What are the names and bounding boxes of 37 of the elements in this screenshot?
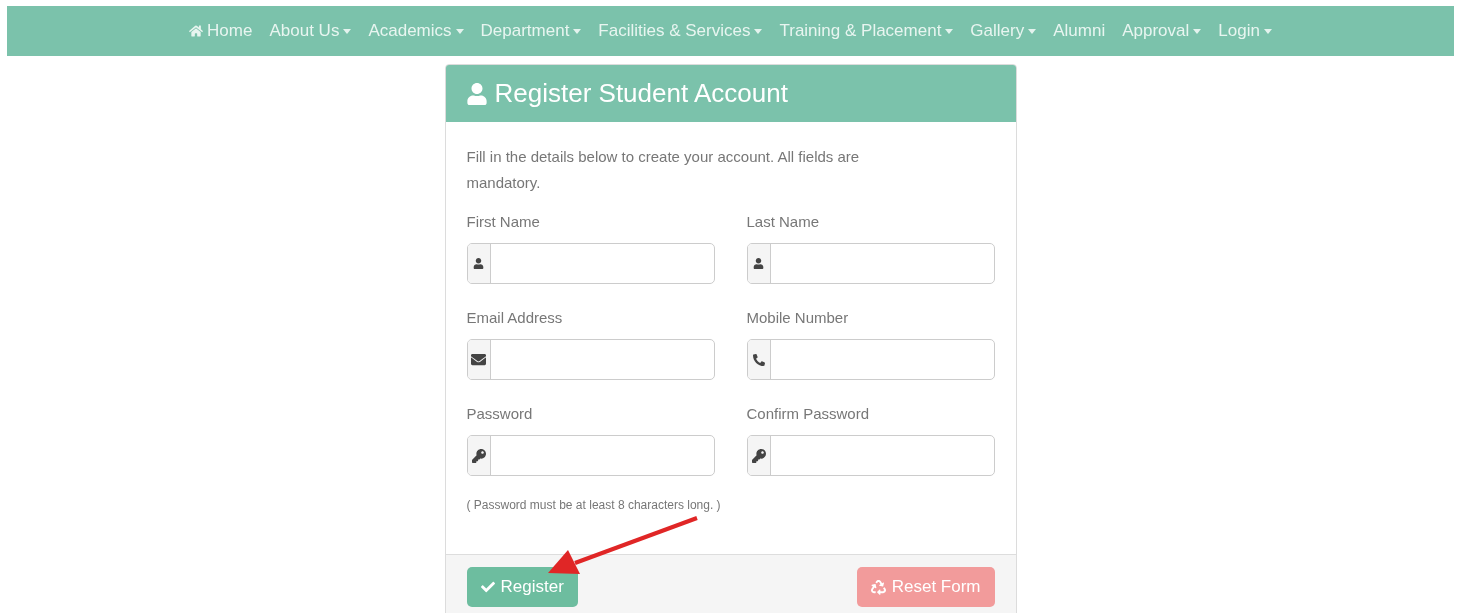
key-icon (751, 448, 766, 463)
envelope-icon (471, 352, 486, 367)
card-title: Register Student Account (494, 77, 788, 110)
field-label: First Name (466, 212, 541, 232)
nav-link[interactable]: About Us (269, 18, 352, 44)
input-field[interactable] (746, 339, 995, 380)
input-field[interactable] (746, 243, 995, 284)
input-field[interactable] (746, 435, 995, 476)
input-field[interactable] (466, 243, 715, 284)
field-label: Email Address (466, 308, 564, 328)
key-icon (471, 448, 486, 463)
nav-link[interactable]: Academics (368, 18, 464, 44)
user-icon (753, 258, 764, 269)
input-field[interactable] (466, 339, 715, 380)
nav-link[interactable]: Training & Placement (779, 18, 954, 44)
field-label: Password (466, 404, 534, 424)
field-label: Confirm Password (746, 404, 871, 424)
check-icon (480, 580, 495, 594)
reset-button[interactable]: Reset Form (856, 567, 995, 607)
recycle-icon (870, 579, 886, 595)
nav-link[interactable]: Facilities & Services (598, 18, 763, 44)
intro-text: Fill in the details below to create your account. All fields are mandatory. (466, 147, 861, 193)
nav-link[interactable]: Alumni (1053, 18, 1106, 44)
nav-link[interactable]: Approval (1122, 18, 1202, 44)
user-icon (466, 82, 487, 105)
nav-link[interactable]: Login (1218, 18, 1272, 44)
nav-link[interactable]: Gallery (970, 18, 1037, 44)
phone-icon (752, 353, 765, 366)
home-icon (189, 24, 204, 38)
register-button[interactable]: Register (466, 567, 578, 607)
field-label: Mobile Number (746, 308, 850, 328)
nav-link[interactable]: Home (189, 18, 253, 44)
nav-link[interactable]: Department (480, 18, 582, 44)
field-label: Last Name (746, 212, 821, 232)
user-icon (473, 258, 484, 269)
password-hint: ( Password must be at least 8 characters long. ) (466, 497, 722, 514)
input-field[interactable] (466, 435, 715, 476)
